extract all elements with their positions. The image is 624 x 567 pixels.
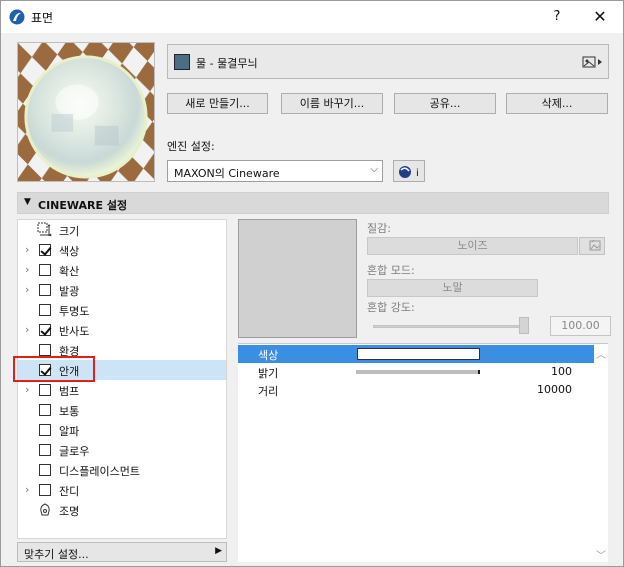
tree-item-checkbox[interactable] — [39, 284, 51, 296]
image-icon — [589, 239, 601, 251]
window-title: 표면 — [31, 11, 54, 25]
cinema4d-info-button[interactable]: i — [393, 160, 425, 182]
expand-arrow-icon[interactable]: › — [25, 243, 35, 256]
chevron-down-icon: ⌵ — [370, 164, 378, 175]
property-row[interactable]: 밝기 100 — [238, 363, 594, 381]
share-button[interactable]: 공유... — [394, 93, 496, 114]
tree-item[interactable]: 글로우 — [18, 440, 226, 460]
scroll-up-icon[interactable]: ︿ — [596, 346, 606, 361]
expand-arrow-icon[interactable]: › — [25, 383, 35, 396]
size-icon — [37, 222, 52, 237]
expand-arrow-icon[interactable]: › — [25, 263, 35, 276]
tree-item[interactable]: 조명 — [18, 500, 226, 520]
surface-dialog: 표면 ? ✕ 물 - 물결무늬 새로 만들기... 이름 바꾸기... 공유..… — [0, 0, 624, 567]
tree-item-label: 잔디 — [59, 485, 80, 498]
color-swatch[interactable] — [357, 348, 480, 360]
fitting-label: 맞추기 설정... — [24, 548, 89, 561]
scroll-down-icon[interactable]: ﹀ — [596, 547, 606, 562]
tree-item[interactable]: 투명도 — [18, 300, 226, 320]
fitting-settings-button[interactable]: 맞추기 설정... ▶ — [17, 542, 227, 562]
tree-item[interactable]: 디스플레이스먼트 — [18, 460, 226, 480]
title-bar: 표면 ? ✕ — [1, 1, 623, 33]
tree-item-checkbox[interactable] — [39, 264, 51, 276]
tree-item[interactable]: › 확산 — [18, 260, 226, 280]
property-row[interactable]: 색상 — [238, 345, 594, 363]
tree-item[interactable]: 보통 — [18, 400, 226, 420]
material-swatch — [174, 54, 190, 70]
tree-item-checkbox[interactable] — [39, 444, 51, 456]
tree-item-checkbox[interactable] — [39, 464, 51, 476]
cineware-section-header[interactable]: ▼ CINEWARE 설정 — [17, 192, 609, 214]
property-name: 밝기 — [258, 367, 279, 380]
property-value[interactable]: 10000 — [537, 383, 572, 396]
material-selector[interactable]: 물 - 물결무늬 — [167, 44, 609, 79]
texture-preview — [238, 219, 357, 338]
engine-label: 엔진 설정: — [167, 140, 215, 153]
tree-item-checkbox[interactable] — [39, 404, 51, 416]
tree-item[interactable]: 크기 — [18, 220, 226, 240]
tree-item-label: 색상 — [59, 245, 80, 258]
info-label: i — [416, 168, 419, 179]
section-title: CINEWARE 설정 — [38, 199, 128, 212]
tree-item[interactable]: › 범프 — [18, 380, 226, 400]
tree-item[interactable]: › 색상 — [18, 240, 226, 260]
delete-button[interactable]: 삭제... — [506, 93, 608, 114]
property-value[interactable]: 100 — [551, 365, 572, 378]
tree-item[interactable]: 알파 — [18, 420, 226, 440]
tree-item-checkbox[interactable] — [39, 384, 51, 396]
property-name: 색상 — [258, 349, 279, 362]
tree-item-label: 알파 — [59, 425, 80, 438]
archicad-app-icon — [9, 9, 25, 25]
close-button[interactable]: ✕ — [589, 7, 611, 27]
tree-item[interactable]: › 발광 — [18, 280, 226, 300]
engine-dropdown[interactable]: MAXON의 Cineware ⌵ — [167, 160, 383, 182]
blend-mode-field[interactable]: 노말 — [367, 279, 538, 297]
tree-item-checkbox[interactable] — [39, 244, 51, 256]
engine-value: MAXON의 Cineware — [174, 167, 280, 180]
blend-strength-label: 혼합 강도: — [367, 301, 415, 314]
blend-strength-value[interactable]: 100.00 — [550, 316, 611, 336]
tree-item-checkbox[interactable] — [39, 304, 51, 316]
expand-arrow-icon[interactable]: › — [25, 483, 35, 496]
collapse-arrow-icon: ▼ — [24, 197, 31, 207]
tree-item-label: 보통 — [59, 405, 80, 418]
material-name: 물 - 물결무늬 — [196, 57, 258, 70]
tree-item[interactable]: › 잔디 — [18, 480, 226, 500]
tree-item-checkbox[interactable] — [39, 324, 51, 336]
help-button[interactable]: ? — [547, 7, 567, 27]
tree-item-label: 발광 — [59, 285, 80, 298]
texture-label: 질감: — [367, 222, 391, 235]
property-list: 색상밝기 100 거리 10000 — [238, 343, 608, 562]
light-icon — [40, 503, 50, 516]
blend-strength-slider-thumb[interactable] — [519, 317, 529, 334]
brightness-slider[interactable] — [356, 370, 480, 374]
tree-item-checkbox[interactable] — [39, 484, 51, 496]
tree-item-label: 반사도 — [59, 325, 90, 338]
property-row[interactable]: 거리 10000 — [238, 381, 594, 399]
play-arrow-icon: ▶ — [215, 546, 222, 556]
tree-item-checkbox[interactable] — [39, 344, 51, 356]
tree-item[interactable]: › 반사도 — [18, 320, 226, 340]
tree-item-label: 조명 — [59, 505, 80, 518]
tree-item-label: 범프 — [59, 385, 80, 398]
texture-field[interactable]: 노이즈 — [367, 237, 578, 255]
texture-browse-button[interactable] — [579, 237, 605, 255]
expand-arrow-icon[interactable]: › — [25, 323, 35, 336]
blend-strength-slider[interactable] — [373, 325, 525, 328]
tree-item-label: 글로우 — [59, 445, 90, 458]
rename-button[interactable]: 이름 바꾸기... — [281, 93, 383, 114]
tree-item-label: 크기 — [59, 225, 80, 238]
highlight-frame — [13, 356, 95, 382]
blend-mode-label: 혼합 모드: — [367, 264, 415, 277]
tree-item-label: 투명도 — [59, 305, 90, 318]
material-menu-icon[interactable] — [582, 54, 604, 70]
tree-item-checkbox[interactable] — [39, 424, 51, 436]
material-preview — [17, 42, 155, 182]
tree-item-label: 디스플레이스먼트 — [59, 465, 140, 478]
property-name: 거리 — [258, 385, 279, 398]
expand-arrow-icon[interactable]: › — [25, 283, 35, 296]
new-button[interactable]: 새로 만들기... — [167, 93, 268, 114]
cinema4d-icon: i — [399, 166, 419, 179]
tree-item-label: 확산 — [59, 265, 80, 278]
